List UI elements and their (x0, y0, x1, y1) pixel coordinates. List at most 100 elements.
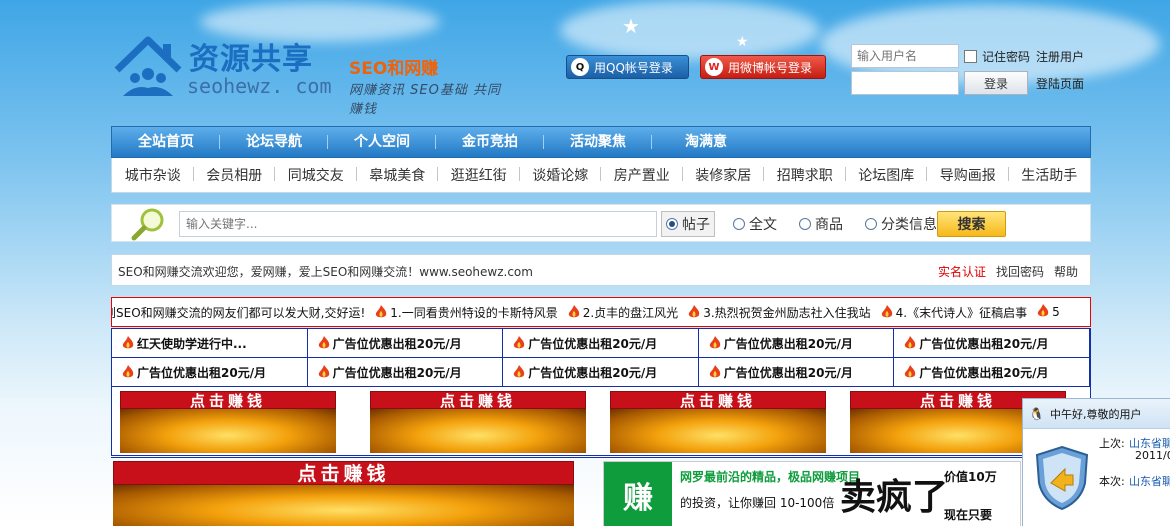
flame-icon (122, 336, 134, 349)
ad-text: 红天使助学进行中... (137, 336, 247, 351)
flame-icon (905, 336, 916, 349)
ad-cell[interactable]: 广告位优惠出租20元/月 (307, 329, 504, 358)
logo-title: 资源共享 (189, 42, 313, 77)
radio-goods[interactable]: 商品 (795, 212, 847, 236)
radio-posts[interactable]: 帖子 (661, 211, 715, 237)
weibo-login-button[interactable]: W 用微博帐号登录 (700, 55, 826, 79)
subnav-item[interactable]: 城市杂谈 (112, 165, 194, 185)
weibo-icon: W (705, 58, 723, 76)
subnav-item[interactable]: 皋城美食 (357, 165, 439, 185)
help-link[interactable]: 帮助 (1054, 263, 1078, 280)
marquee-item-text: 2.贞丰的盘江风光 (582, 306, 679, 320)
flame-icon (122, 365, 134, 378)
search-bar: 帖子 全文 商品 分类信息 搜索 (111, 204, 1091, 242)
site-logo[interactable]: 资源共享 SEO和网赚 seohewz. com 网赚资讯 SEO基础 共同赚钱 (113, 34, 513, 117)
radio-dot (865, 218, 877, 230)
subnav-item[interactable]: 同城交友 (275, 165, 357, 185)
user-greeting-bar: 🐧 中午好,尊敬的用户 (1023, 399, 1170, 429)
subnav-item[interactable]: 会员相册 (194, 165, 276, 185)
subnav-item[interactable]: 导购画报 (927, 165, 1009, 185)
ad-text: 广告位优惠出租20元/月 (919, 365, 1049, 380)
ad-text: 广告位优惠出租20元/月 (137, 365, 267, 380)
shield-icon (1035, 445, 1089, 511)
marquee-lead: 到SEO和网赚交流的网友们都可以发大财,交好运! (111, 306, 366, 320)
ad-cell[interactable]: 广告位优惠出租20元/月 (698, 329, 895, 358)
text-ad-grid: 红天使助学进行中... 广告位优惠出租20元/月 广告位优惠出租20元/月 广告… (111, 328, 1091, 387)
login-page-link[interactable]: 登陆页面 (1036, 75, 1084, 92)
promo-now: 现在只要 (944, 508, 993, 522)
promo-banner[interactable]: 赚 网罗最前沿的精品，极品网赚项目 的投资，让你赚回 10-100倍 卖疯了 价… (603, 461, 1021, 526)
radio-dot (733, 218, 745, 230)
ad-text: 广告位优惠出租20元/月 (528, 336, 658, 351)
ad-cell[interactable]: 广告位优惠出租20元/月 (503, 329, 699, 358)
password-input[interactable] (851, 71, 959, 95)
ad-cell[interactable]: 广告位优惠出租20元/月 (307, 358, 504, 387)
search-type-radios: 帖子 全文 商品 分类信息 (661, 210, 955, 238)
click-earn-banner[interactable]: 点击赚钱 (370, 391, 586, 453)
user-info-popup: 🐧 中午好,尊敬的用户 上次: 山东省聊 2011/0 本次: 山东省聊 (1022, 398, 1170, 526)
ad-text: 广告位优惠出租20元/月 (332, 336, 462, 351)
ad-cell[interactable]: 广告位优惠出租20元/月 (894, 358, 1090, 387)
click-earn-banner[interactable]: 点击赚钱 (610, 391, 826, 453)
qq-login-label: 用QQ帐号登录 (594, 60, 673, 75)
gold-coins-image (120, 409, 336, 453)
subnav-item[interactable]: 装修家居 (683, 165, 765, 185)
nav-item-home[interactable]: 全站首页 (112, 127, 220, 157)
magnifier-icon (131, 208, 164, 241)
click-earn-banner[interactable]: 点击赚钱 (120, 391, 336, 453)
qq-penguin-icon: 🐧 (1029, 406, 1044, 421)
qq-login-button[interactable]: Q 用QQ帐号登录 (566, 55, 689, 79)
marquee-item-text: 3.热烈祝贺金州励志社入住我站 (703, 306, 871, 320)
radio-classifieds[interactable]: 分类信息 (861, 212, 941, 236)
marquee-item[interactable]: 3.热烈祝贺金州励志社入住我站 (688, 304, 871, 321)
subnav-item[interactable]: 逛逛红街 (438, 165, 520, 185)
register-link[interactable]: 注册用户 (1036, 48, 1084, 65)
remember-password-checkbox[interactable] (964, 50, 977, 63)
user-greeting: 中午好,尊敬的用户 (1049, 407, 1142, 421)
remember-password-label: 记住密码 (982, 50, 1031, 64)
flame-icon (318, 365, 329, 378)
star-icon: ★ (622, 14, 640, 38)
nav-item-auction[interactable]: 金币竞拍 (436, 127, 544, 157)
marquee-item[interactable]: 4.《末代诗人》征稿启事 (881, 304, 1027, 321)
marquee-item[interactable]: 2.贞丰的盘江风光 (568, 304, 678, 321)
marquee-item[interactable]: 5 (1037, 304, 1060, 321)
search-button[interactable]: 搜索 (937, 211, 1006, 237)
login-button[interactable]: 登录 (964, 71, 1028, 95)
subnav-item[interactable]: 谈婚论嫁 (520, 165, 602, 185)
nav-item-forum[interactable]: 论坛导航 (220, 127, 328, 157)
subnav-item[interactable]: 论坛图库 (846, 165, 928, 185)
subnav-item[interactable]: 生活助手 (1009, 165, 1091, 185)
ad-cell[interactable]: 广告位优惠出租20元/月 (698, 358, 895, 387)
banner-title: 点击赚钱 (370, 391, 586, 410)
real-name-link[interactable]: 实名认证 (938, 263, 986, 280)
ad-text: 广告位优惠出租20元/月 (332, 365, 462, 380)
ad-text: 广告位优惠出租20元/月 (528, 365, 658, 380)
welcome-bar: SEO和网赚交流欢迎您，爱网赚，爱上SEO和网赚交流！www.seohewz.c… (111, 254, 1091, 286)
nav-item-taomanyi[interactable]: 淘满意 (652, 127, 760, 157)
username-input[interactable] (851, 44, 959, 68)
click-earn-big-banner[interactable]: 点击赚钱 (113, 461, 574, 526)
promo-logo: 赚 (604, 462, 672, 526)
gold-coins-image (610, 409, 826, 453)
sub-nav: 城市杂谈 会员相册 同城交友 皋城美食 逛逛红街 谈婚论嫁 房产置业 装修家居 … (111, 158, 1091, 193)
nav-item-events[interactable]: 活动聚焦 (544, 127, 652, 157)
welcome-links: 实名认证 找回密码 帮助 (938, 263, 1078, 280)
nav-item-space[interactable]: 个人空间 (328, 127, 436, 157)
weibo-login-label: 用微博帐号登录 (728, 60, 813, 75)
ad-cell[interactable]: 红天使助学进行中... (112, 329, 308, 358)
find-password-link[interactable]: 找回密码 (996, 263, 1044, 280)
ad-cell[interactable]: 广告位优惠出租20元/月 (112, 358, 308, 387)
bottom-banner-row: 点击赚钱 赚 网罗最前沿的精品，极品网赚项目 的投资，让你赚回 10-100倍 … (111, 457, 1091, 526)
gold-coins-image (370, 409, 586, 453)
ad-cell[interactable]: 广告位优惠出租20元/月 (894, 329, 1090, 358)
search-input[interactable] (179, 211, 657, 237)
promo-line2: 的投资，让你赚回 10-100倍 (680, 496, 835, 510)
marquee-item[interactable]: 1.一同看贵州特设的卡斯特风景 (375, 304, 558, 321)
subnav-item[interactable]: 招聘求职 (764, 165, 846, 185)
radio-fulltext[interactable]: 全文 (729, 212, 781, 236)
subnav-item[interactable]: 房产置业 (601, 165, 683, 185)
login-form: 记住密码 注册用户 登录 登陆页面 (851, 44, 1091, 98)
ad-cell[interactable]: 广告位优惠出租20元/月 (503, 358, 699, 387)
radio-label: 分类信息 (881, 217, 937, 233)
